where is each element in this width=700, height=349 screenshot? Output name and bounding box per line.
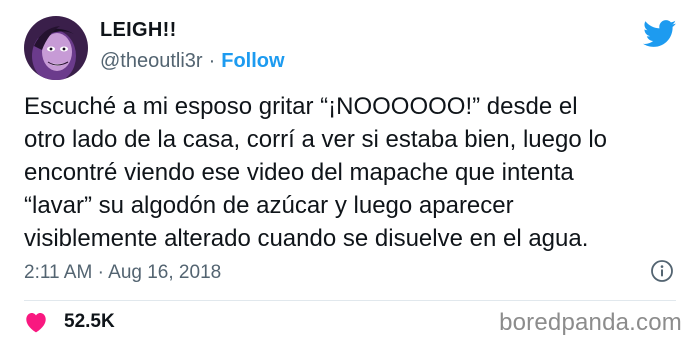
- avatar-image: [24, 16, 88, 80]
- tweet-text-line: otro lado de la casa, corrí a ver si est…: [24, 126, 608, 153]
- divider: [24, 300, 676, 301]
- author-handle-row: @theoutli3r · Follow: [100, 51, 285, 71]
- author-handle[interactable]: @theoutli3r: [100, 51, 203, 71]
- info-icon[interactable]: [650, 259, 674, 283]
- like-button[interactable]: 52.5K: [24, 311, 115, 333]
- author-info: LEIGH!! @theoutli3r · Follow: [100, 20, 285, 71]
- tweet-time[interactable]: 2:11 AM: [24, 262, 92, 283]
- timestamp-separator: ·: [97, 262, 104, 283]
- tweet-text-line: Escuché a mi esposo gritar “¡NOOOOOO!” d…: [24, 93, 578, 120]
- tweet-text-line: visiblemente alterado cuando se disuelve…: [24, 225, 589, 252]
- tweet-timestamp: 2:11 AM · Aug 16, 2018: [24, 262, 221, 284]
- tweet-date[interactable]: Aug 16, 2018: [108, 262, 221, 283]
- watermark: boredpanda.com: [499, 309, 682, 336]
- avatar[interactable]: [24, 16, 88, 80]
- heart-icon: [26, 312, 46, 333]
- tweet-text-line: encontré viendo ese video del mapache qu…: [24, 159, 574, 186]
- tweet-card: LEIGH!! @theoutli3r · Follow Escuché a m…: [0, 0, 700, 349]
- tweet-text: Escuché a mi esposo gritar “¡NOOOOOO!” d…: [24, 90, 684, 255]
- follow-button[interactable]: Follow: [221, 51, 284, 71]
- handle-separator: ·: [208, 50, 216, 72]
- tweet-text-line: “lavar” su algodón de azúcar y luego apa…: [24, 192, 514, 219]
- like-count: 52.5K: [64, 311, 115, 332]
- twitter-bird-icon[interactable]: [643, 20, 677, 48]
- author-display-name[interactable]: LEIGH!!: [100, 20, 285, 40]
